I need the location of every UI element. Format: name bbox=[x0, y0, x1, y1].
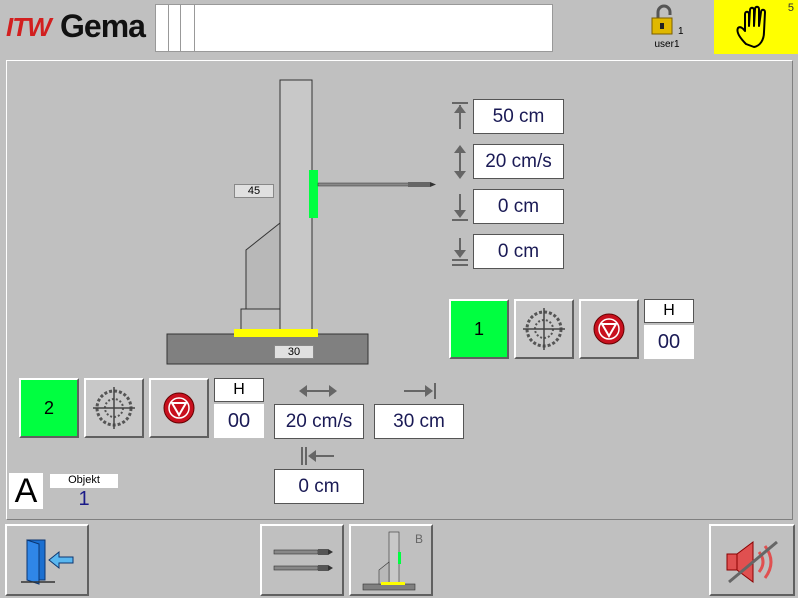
lower-position-icon bbox=[452, 194, 468, 221]
padlock-icon bbox=[651, 4, 673, 35]
vertical-axis-stop-button[interactable] bbox=[579, 299, 639, 359]
user-login-button[interactable]: 1 user1 bbox=[648, 2, 688, 50]
object-label: Objekt bbox=[50, 474, 118, 488]
lower-position-field[interactable]: 0 cm bbox=[473, 189, 564, 224]
message-bar bbox=[155, 4, 553, 52]
horizontal-axis-stop-button[interactable] bbox=[149, 378, 209, 438]
alarm-button[interactable]: 5 bbox=[714, 0, 798, 54]
park-position-field[interactable]: 0 cm bbox=[473, 234, 564, 269]
vertical-axis-reference-button[interactable] bbox=[514, 299, 574, 359]
upper-stroke-field[interactable]: 50 cm bbox=[473, 99, 564, 134]
logo-itw-text: ITW bbox=[6, 12, 52, 42]
spray-guns-icon bbox=[273, 549, 333, 571]
stop-icon bbox=[163, 392, 195, 424]
exit-button[interactable] bbox=[5, 524, 89, 596]
object-value[interactable]: 1 bbox=[50, 488, 118, 511]
logo-gema-text: Gema bbox=[60, 8, 146, 44]
axis-icon bbox=[362, 531, 416, 591]
horizontal-speed-field[interactable]: 20 cm/s bbox=[274, 404, 364, 439]
horizontal-h-label: H bbox=[214, 378, 264, 402]
reference-target-icon bbox=[523, 308, 565, 350]
message-bar-divider bbox=[168, 5, 169, 51]
horizontal-stroke-icon bbox=[404, 383, 436, 399]
vertical-axis-start-button[interactable]: 1 bbox=[449, 299, 509, 359]
horizontal-axis-start-button[interactable]: 2 bbox=[19, 378, 79, 438]
user-name: user1 bbox=[654, 39, 680, 50]
reference-target-icon bbox=[93, 387, 135, 429]
vertical-position-gauge: 45 bbox=[234, 184, 274, 198]
horizontal-axis-reference-button[interactable] bbox=[84, 378, 144, 438]
park-position-icon bbox=[452, 238, 468, 266]
alarm-count: 5 bbox=[787, 2, 794, 14]
horizontal-position-gauge: 30 bbox=[274, 345, 314, 359]
horizontal-speed-icon bbox=[299, 385, 337, 397]
axis-select-button[interactable]: B bbox=[349, 524, 433, 596]
vertical-speed-icon bbox=[454, 145, 466, 179]
itw-gema-logo: ITW Gema bbox=[6, 6, 151, 44]
message-bar-divider bbox=[180, 5, 181, 51]
horizontal-h-value[interactable]: 00 bbox=[214, 404, 264, 438]
stop-icon bbox=[593, 313, 625, 345]
retract-position-field[interactable]: 0 cm bbox=[274, 469, 364, 504]
user-level: 1 bbox=[678, 26, 684, 37]
horn-speaker-icon bbox=[726, 540, 778, 584]
guns-button[interactable] bbox=[260, 524, 344, 596]
message-bar-divider bbox=[194, 5, 195, 51]
horizontal-stroke-field[interactable]: 30 cm bbox=[374, 404, 464, 439]
axis-letter: B bbox=[415, 532, 424, 546]
mode-indicator: A bbox=[9, 473, 43, 509]
upper-stroke-icon bbox=[452, 102, 468, 129]
retract-position-icon bbox=[301, 447, 334, 465]
hand-icon bbox=[736, 5, 766, 48]
vertical-h-label: H bbox=[644, 299, 694, 323]
exit-door-icon bbox=[21, 539, 74, 585]
alarm-horn-button[interactable] bbox=[709, 524, 795, 596]
axis-machine-diagram bbox=[166, 79, 436, 365]
vertical-h-value[interactable]: 00 bbox=[644, 325, 694, 359]
vertical-speed-field[interactable]: 20 cm/s bbox=[473, 144, 564, 179]
